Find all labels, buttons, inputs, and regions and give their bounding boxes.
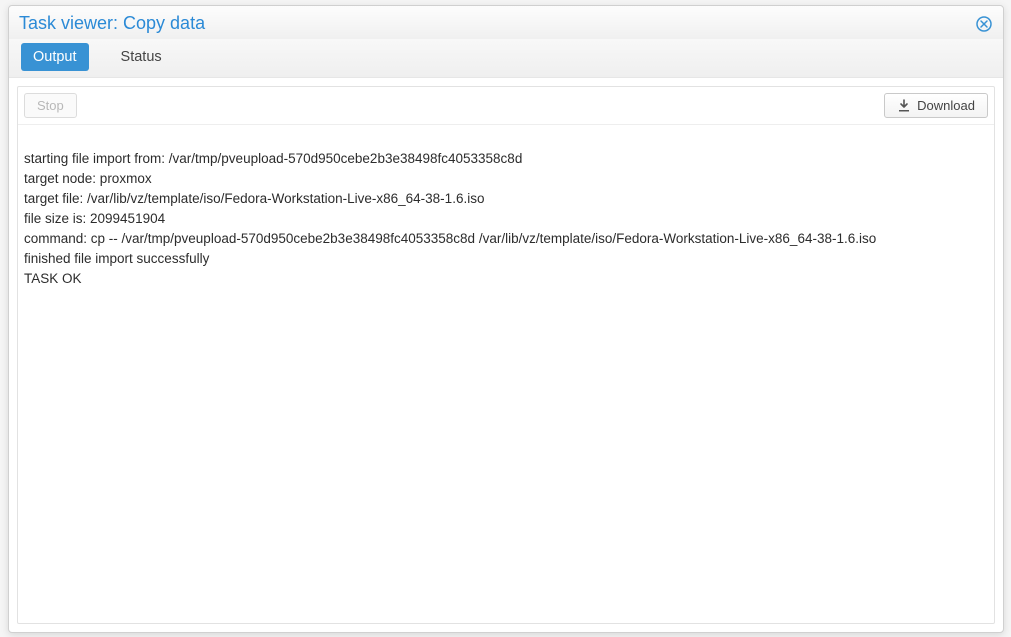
download-button-label: Download xyxy=(917,98,975,113)
tabbar: Output Status xyxy=(9,39,1003,78)
stop-button-label: Stop xyxy=(37,98,64,113)
titlebar: Task viewer: Copy data xyxy=(9,6,1003,39)
tab-status[interactable]: Status xyxy=(109,43,174,71)
log-output[interactable]: starting file import from: /var/tmp/pveu… xyxy=(18,139,994,610)
output-panel: Stop Download starting file import from:… xyxy=(17,86,995,624)
download-icon xyxy=(897,99,911,113)
tab-output[interactable]: Output xyxy=(21,43,89,71)
window-title: Task viewer: Copy data xyxy=(19,13,205,34)
close-icon xyxy=(976,16,992,32)
close-button[interactable] xyxy=(975,15,993,33)
toolbar: Stop Download xyxy=(18,87,994,125)
stop-button[interactable]: Stop xyxy=(24,93,77,118)
task-viewer-window: Task viewer: Copy data Output Status Sto… xyxy=(8,5,1004,633)
download-button[interactable]: Download xyxy=(884,93,988,118)
